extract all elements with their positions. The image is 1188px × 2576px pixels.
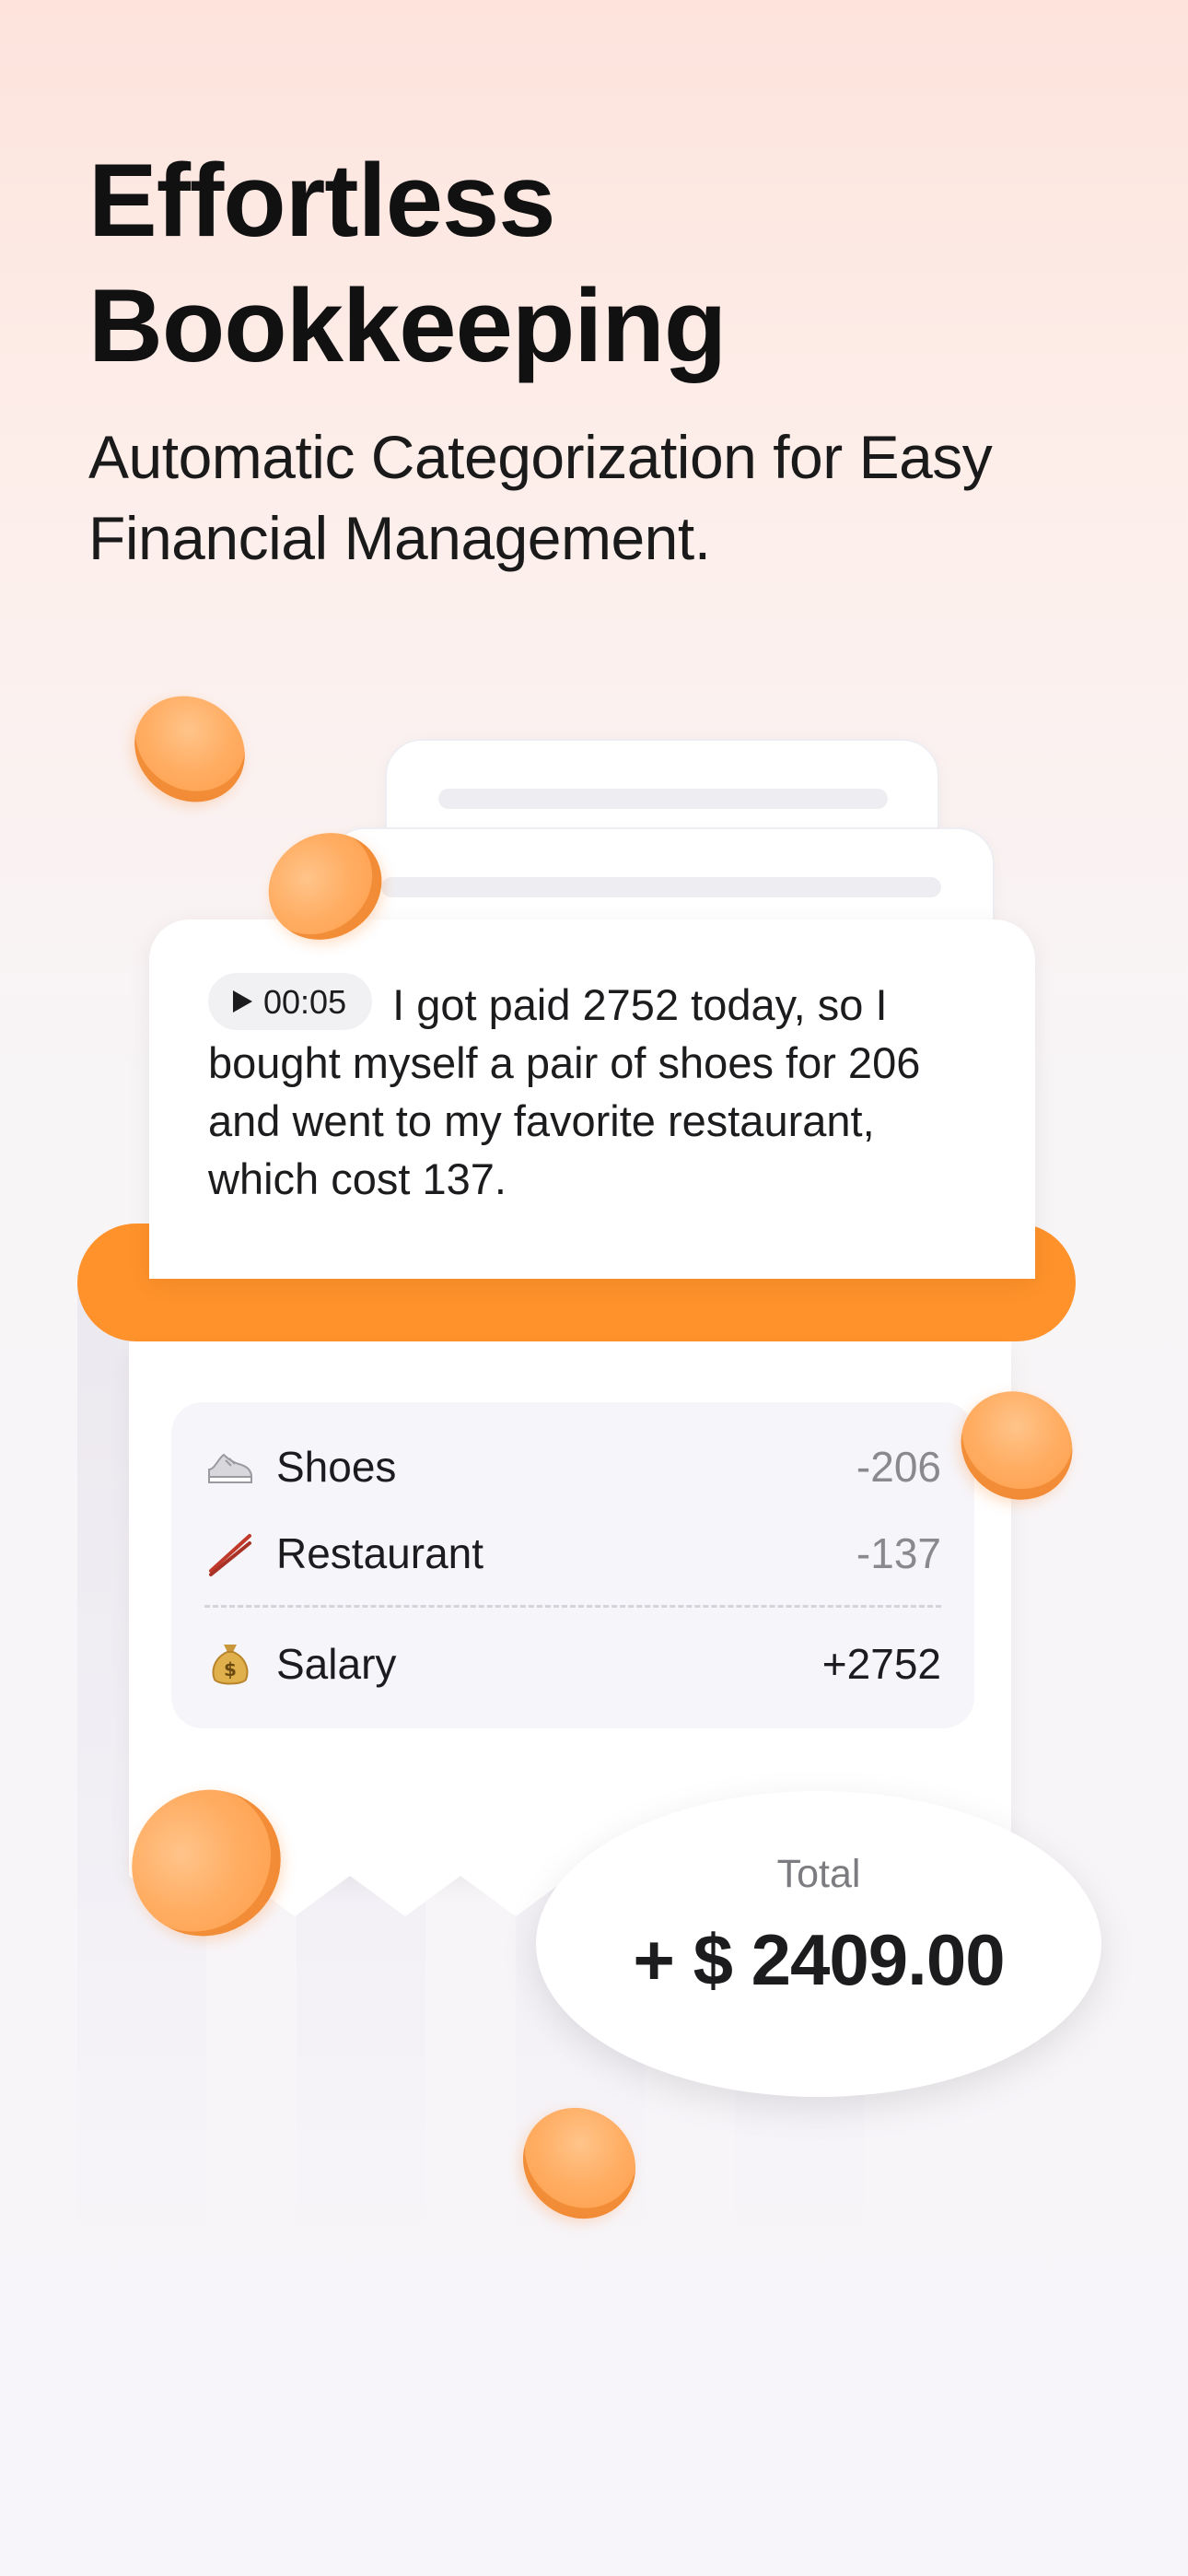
voice-duration: 00:05 [263,982,347,1021]
svg-text:$: $ [224,1658,237,1680]
play-icon [233,990,252,1013]
transaction-label: Restaurant [276,1529,484,1577]
voice-message-card: 00:05 I got paid 2752 today, so I bought … [149,919,1035,1279]
voice-play-button[interactable]: 00:05 [208,973,373,1030]
money-bag-icon: $ [204,1638,256,1690]
total-bubble: Total + $ 2409.00 [536,1791,1101,2097]
sneaker-icon [204,1441,256,1493]
transaction-label: Shoes [276,1443,397,1491]
transaction-list: Shoes -206 Restaurant -137 $ Salary +275… [171,1402,974,1728]
total-label: Total [776,1852,861,1896]
subheadline-line-2: Financial Management. [88,504,711,572]
transaction-row[interactable]: $ Salary +2752 [204,1629,941,1699]
transaction-amount: -206 [856,1443,941,1491]
coin-decoration [113,674,266,824]
subheadline-line-1: Automatic Categorization for Easy [88,423,993,491]
chopsticks-icon [204,1528,256,1579]
transaction-row[interactable]: Restaurant -137 [204,1518,941,1588]
dashed-divider [204,1605,941,1608]
voice-message: 00:05 I got paid 2752 today, so I bought … [208,973,976,1208]
transaction-row[interactable]: Shoes -206 [204,1432,941,1502]
total-value: + $ 2409.00 [633,1919,1005,2000]
headline-line-1: Effortless [88,143,556,258]
placeholder-bar [381,877,941,897]
subheadline: Automatic Categorization for Easy Financ… [88,416,993,579]
placeholder-bar [438,789,888,809]
transaction-label: Salary [276,1640,397,1688]
transaction-amount: -137 [856,1529,941,1577]
headline: Effortless Bookkeeping [88,138,727,389]
transaction-amount: +2752 [821,1640,941,1688]
headline-line-2: Bookkeeping [88,268,727,383]
